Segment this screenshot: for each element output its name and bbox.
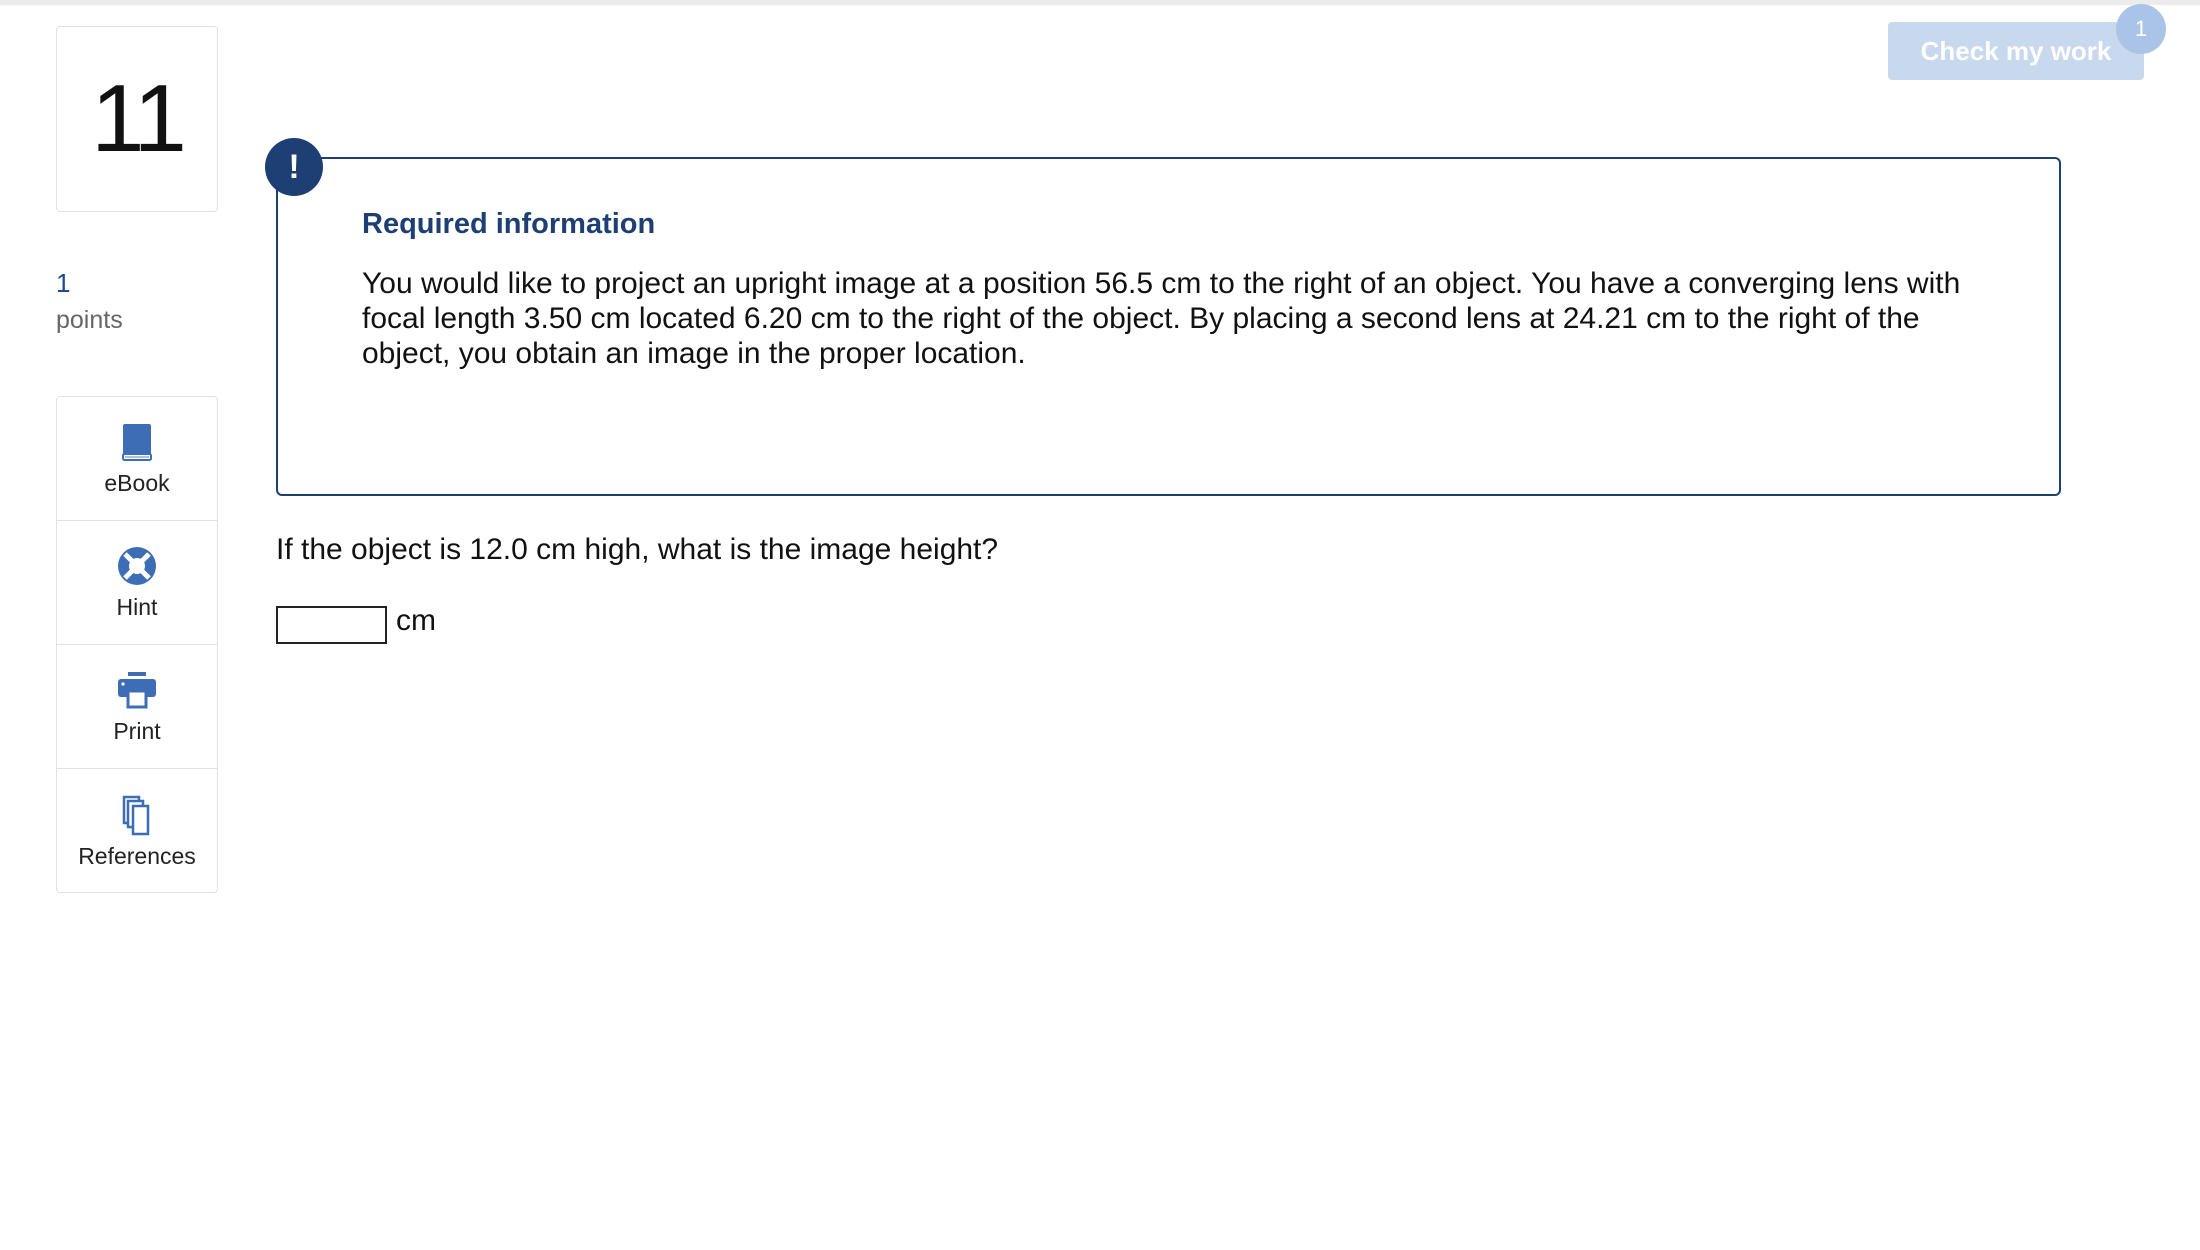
references-button[interactable]: References xyxy=(57,769,217,893)
question-number: 11 xyxy=(56,26,218,212)
tool-panel: eBook Hint Print References xyxy=(56,396,218,893)
answer-unit: cm xyxy=(396,604,436,637)
answer-input[interactable] xyxy=(276,606,387,644)
required-info-title: Required information xyxy=(362,208,656,240)
book-icon xyxy=(122,424,152,461)
points-label: points xyxy=(56,306,123,334)
ebook-label: eBook xyxy=(104,470,170,496)
hint-label: Hint xyxy=(116,594,158,620)
printer-icon xyxy=(118,672,156,709)
copy-documents-icon xyxy=(122,795,150,835)
print-label: Print xyxy=(113,718,161,744)
alert-icon: ! xyxy=(265,138,323,196)
check-count-badge: 1 xyxy=(2116,4,2166,54)
references-label: References xyxy=(78,842,196,869)
top-divider xyxy=(0,0,2200,5)
lifebuoy-icon xyxy=(118,547,156,585)
check-my-work-button[interactable]: Check my work xyxy=(1888,22,2144,80)
print-button[interactable]: Print xyxy=(57,645,217,769)
required-info-text: You would like to project an upright ima… xyxy=(362,267,1961,370)
question-prompt: If the object is 12.0 cm high, what is t… xyxy=(276,533,999,566)
hint-button[interactable]: Hint xyxy=(57,521,217,645)
ebook-button[interactable]: eBook xyxy=(57,397,217,521)
points-value: 1 xyxy=(56,268,71,298)
